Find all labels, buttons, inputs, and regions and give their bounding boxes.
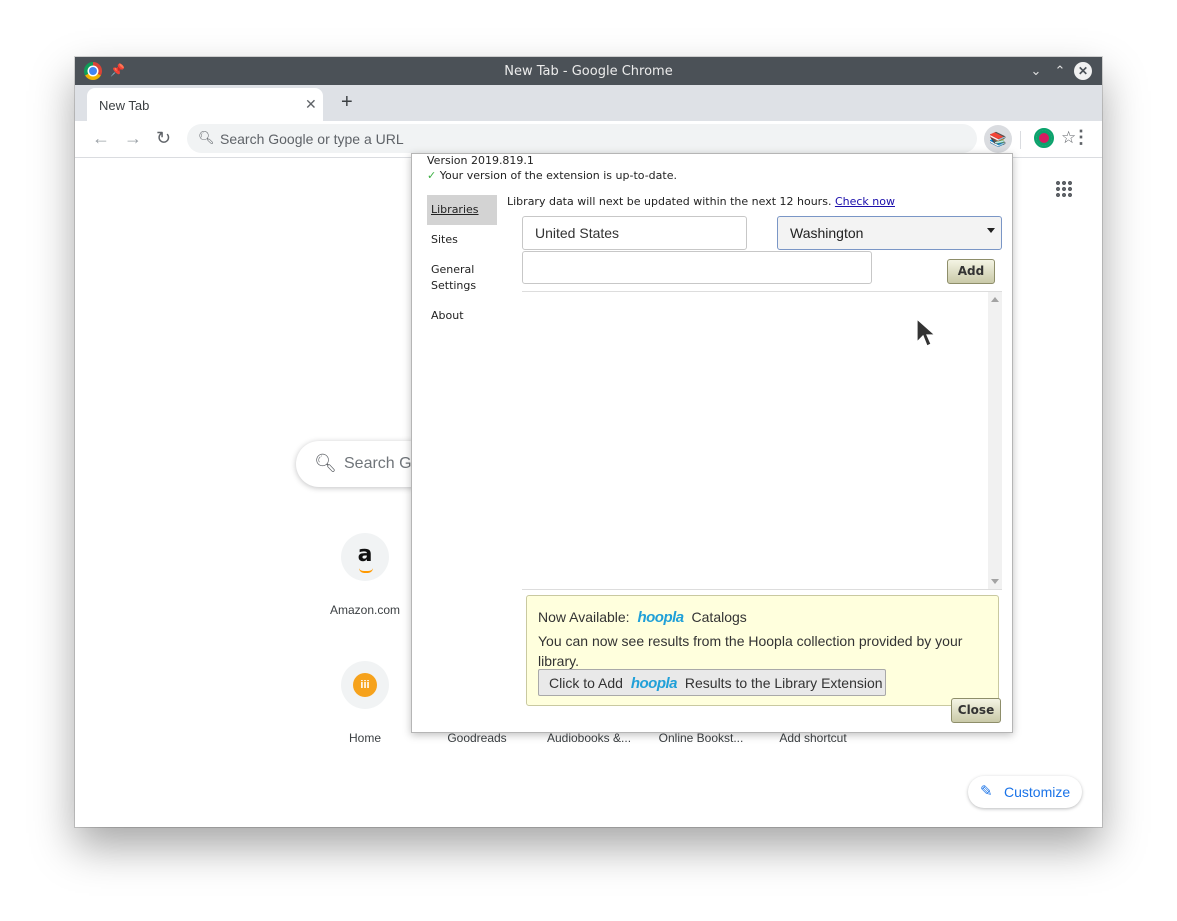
search-icon: 🔍︎ [198, 130, 215, 145]
check-now-link[interactable]: Check now [835, 195, 895, 208]
popup-sidenav: Libraries Sites General Settings About [427, 195, 497, 331]
nav-libraries[interactable]: Libraries [427, 195, 497, 225]
shortcut-tile-home[interactable]: iii Home [309, 661, 421, 745]
notice-suffix: Catalogs [691, 609, 747, 625]
nav-general-settings[interactable]: General Settings [427, 255, 497, 301]
nav-sites[interactable]: Sites [427, 225, 497, 255]
scroll-up-icon[interactable] [991, 297, 999, 302]
state-selected-value: Washington [790, 225, 864, 241]
toolbar-divider [1020, 131, 1021, 149]
update-info: Library data will next be updated within… [507, 195, 895, 208]
version-text: Version 2019.819.1 [427, 154, 534, 167]
customize-button[interactable]: ✎ Customize [968, 776, 1082, 808]
close-button[interactable]: Close [951, 698, 1001, 723]
tab-close-icon[interactable]: ✕ [305, 96, 317, 113]
reload-icon[interactable]: ↻ [156, 128, 171, 149]
tile-label: Amazon.com [329, 603, 401, 617]
update-text: Library data will next be updated within… [507, 195, 832, 208]
tab-strip: New Tab ✕ + [75, 85, 1102, 121]
mouse-cursor-icon [916, 318, 936, 347]
notice-heading: Now Available: hoopla Catalogs [538, 609, 747, 626]
tab-title: New Tab [99, 98, 150, 113]
shortcut-tile-amazon[interactable]: a Amazon.com [309, 533, 421, 617]
hoopla-logo: hoopla [637, 609, 684, 626]
hoopla-logo: hoopla [630, 675, 678, 692]
omnibox[interactable]: 🔍︎ ☆ [187, 124, 1076, 153]
notice-body: You can now see results from the Hoopla … [538, 633, 963, 669]
tile-label: Add shortcut [779, 731, 847, 745]
forward-icon[interactable]: → [124, 128, 142, 149]
library-extension-popup: Version 2019.819.1 ✓ Your version of the… [411, 153, 1013, 733]
customize-label: Customize [1004, 784, 1071, 800]
close-window-icon[interactable]: ✕ [1074, 62, 1092, 80]
pencil-icon: ✎ [980, 783, 993, 800]
minimize-icon[interactable]: ⌄ [1027, 62, 1045, 80]
add-button[interactable]: Add [947, 259, 995, 284]
omnibox-input[interactable] [220, 124, 920, 153]
maximize-icon[interactable]: ⌃ [1051, 62, 1069, 80]
uptodate-text: Your version of the extension is up-to-d… [439, 169, 677, 182]
new-tab-button[interactable]: + [341, 91, 353, 114]
apps-grid-icon[interactable] [1055, 180, 1073, 198]
hoopla-notice: Now Available: hoopla Catalogs You can n… [526, 595, 999, 706]
scroll-down-icon[interactable] [991, 579, 999, 584]
search-icon: 🔍︎ [314, 453, 337, 473]
uptodate-status: ✓ Your version of the extension is up-to… [427, 169, 677, 182]
nav-about[interactable]: About [427, 301, 497, 331]
scrollbar[interactable] [988, 292, 1002, 589]
ntp-search-placeholder: Search Go [344, 455, 421, 472]
tile-label: Home [348, 731, 381, 745]
amazon-icon: a [341, 533, 389, 581]
add-hoopla-button[interactable]: Click to Add hoopla Results to the Libra… [538, 669, 886, 696]
add-hoopla-suffix: Results to the Library Extension [684, 675, 883, 691]
menu-icon[interactable]: ⋮ [1072, 127, 1090, 148]
tile-label: Goodreads [447, 731, 507, 745]
country-field[interactable] [522, 216, 747, 250]
tile-label: Audiobooks &... [546, 731, 632, 745]
tab-new-tab[interactable]: New Tab ✕ [87, 88, 323, 121]
title-bar: 📌 New Tab - Google Chrome ⌄ ⌃ ✕ [75, 57, 1102, 85]
caret-down-icon [987, 228, 995, 233]
notice-prefix: Now Available: [538, 609, 630, 625]
state-select[interactable]: Washington [777, 216, 1002, 250]
add-hoopla-prefix: Click to Add [549, 675, 623, 691]
back-icon[interactable]: ← [92, 128, 110, 149]
library-extension-icon[interactable]: 📚 [984, 125, 1012, 153]
tile-label: Online Bookst... [658, 731, 744, 745]
window-title: New Tab - Google Chrome [504, 64, 673, 79]
profile-avatar[interactable] [1034, 128, 1054, 148]
library-search-input[interactable] [522, 251, 872, 284]
check-icon: ✓ [427, 169, 437, 182]
home-library-icon: iii [341, 661, 389, 709]
